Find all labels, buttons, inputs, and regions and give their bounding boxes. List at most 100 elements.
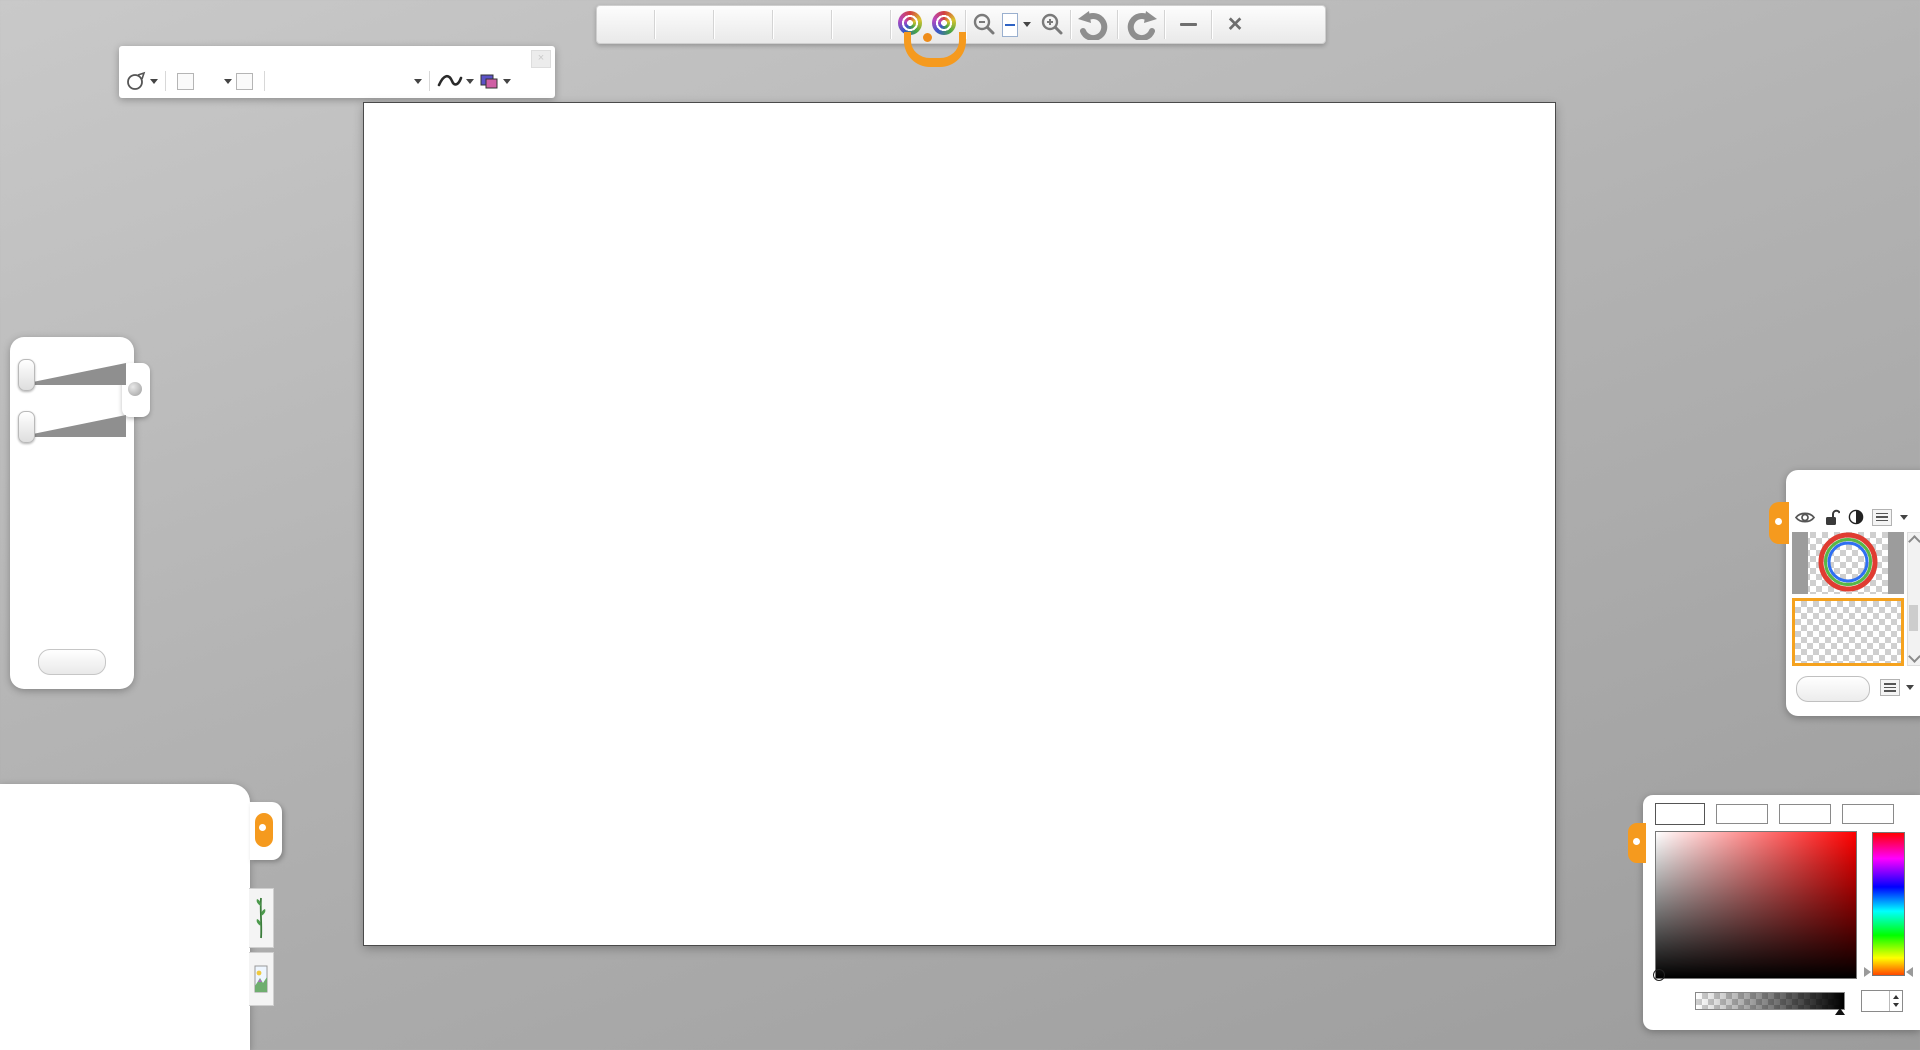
clown-smile-icon (904, 32, 966, 67)
softness-slider[interactable] (18, 411, 126, 441)
close-icon: × (1228, 12, 1243, 37)
menu-file[interactable] (597, 6, 653, 43)
color-picker-panel (1643, 795, 1920, 1030)
pencil-properties-panel (10, 337, 134, 689)
main-toolbar: × (596, 5, 1326, 44)
tool-palette (0, 784, 250, 1050)
picture-icon (254, 960, 268, 998)
spin-up-icon[interactable] (1893, 995, 1899, 999)
divider (831, 10, 832, 39)
layers-scrollbar[interactable] (1907, 532, 1920, 666)
visibility-eye-icon[interactable] (1794, 510, 1816, 525)
stroke-shape-icon[interactable] (125, 71, 147, 91)
close-button[interactable]: × (1213, 6, 1257, 43)
brush-width-decrease-button[interactable] (177, 73, 194, 90)
menu-help[interactable] (833, 6, 889, 43)
curve-style-icon[interactable] (437, 72, 463, 90)
hue-marker-left[interactable] (1864, 967, 1871, 977)
handle-dot-icon (128, 382, 142, 396)
hue-marker-right[interactable] (1906, 967, 1913, 977)
undo-button[interactable] (1072, 6, 1116, 43)
pictures-tab[interactable] (249, 952, 274, 1006)
alpha-spinner[interactable] (1861, 990, 1903, 1012)
alpha-marker[interactable] (1835, 1008, 1845, 1015)
clown-mascot-icon[interactable] (892, 6, 964, 43)
layers-drag-handle[interactable] (1769, 502, 1789, 544)
spokes-thumbnail (1795, 601, 1901, 663)
brush-options-bar: × (119, 46, 555, 98)
handle-hole-icon (1775, 518, 1782, 525)
layer-menu-button[interactable] (1872, 509, 1892, 526)
scroll-up-icon[interactable] (1908, 535, 1920, 548)
panel-drag-handle[interactable] (122, 363, 150, 417)
divider (1117, 10, 1118, 39)
divider (772, 10, 773, 39)
zoom-level-combobox[interactable] (1001, 6, 1019, 43)
minimize-icon (1180, 23, 1197, 26)
minimize-button[interactable] (1166, 6, 1210, 43)
divider (713, 10, 714, 39)
brush-width-increase-button[interactable] (236, 73, 253, 90)
redo-arrow-icon (1124, 10, 1158, 40)
layer-item-spokes-selected[interactable] (1792, 598, 1904, 666)
brush-width-dropdown[interactable] (224, 79, 232, 84)
layer-options-dropdown[interactable] (1906, 685, 1914, 690)
saturation-value-gradient[interactable] (1655, 831, 1857, 979)
hue-bar[interactable] (1872, 832, 1905, 976)
divider (165, 71, 166, 91)
divider (890, 10, 891, 39)
alpha-slider[interactable] (1695, 992, 1845, 1010)
sv-selection-marker[interactable] (1653, 969, 1665, 981)
redo-button[interactable] (1119, 6, 1163, 43)
zoom-level-dropdown[interactable] (1019, 6, 1035, 43)
blend-contrast-icon[interactable] (1848, 509, 1864, 525)
layer-options-button[interactable] (1880, 679, 1900, 696)
current-color-swatch[interactable] (1655, 803, 1705, 825)
close-options-button[interactable]: × (531, 50, 551, 68)
blue-field[interactable] (1842, 804, 1894, 824)
magnifier-minus-icon (971, 12, 997, 38)
divider (1164, 10, 1165, 39)
scrollbar-thumb[interactable] (1909, 605, 1918, 631)
menu-tools[interactable] (715, 6, 771, 43)
undo-arrow-icon (1077, 10, 1111, 40)
menu-edit[interactable] (656, 6, 712, 43)
brush-size-slider[interactable] (18, 359, 126, 389)
layer-menu-dropdown[interactable] (1900, 515, 1908, 520)
green-field[interactable] (1779, 804, 1831, 824)
palette-drag-handle[interactable] (250, 802, 282, 860)
new-layer-button[interactable] (1796, 676, 1870, 702)
divider (654, 10, 655, 39)
divider (264, 71, 265, 91)
rainbow-circle-thumbnail (1792, 532, 1904, 594)
divider (1211, 10, 1212, 39)
red-field[interactable] (1716, 804, 1768, 824)
alpha-gradient (1696, 993, 1844, 1009)
scroll-down-icon[interactable] (1908, 650, 1920, 663)
color-swatch-dropdown[interactable] (503, 79, 511, 84)
divider (1070, 10, 1071, 39)
zoom-out-button[interactable] (967, 6, 1001, 43)
handle-hole-icon (1633, 838, 1640, 845)
zoom-level-value[interactable] (1005, 24, 1015, 26)
lock-icon[interactable] (1824, 509, 1840, 526)
curve-style-dropdown[interactable] (466, 79, 474, 84)
handle-hole-icon (259, 824, 266, 831)
chevron-down-icon (1023, 22, 1031, 27)
spin-down-icon[interactable] (1893, 1003, 1899, 1007)
stroke-shape-dropdown[interactable] (150, 79, 158, 84)
menu-view[interactable] (774, 6, 830, 43)
picker-drag-handle[interactable] (1628, 823, 1646, 863)
zoom-in-button[interactable] (1035, 6, 1069, 43)
brush-size-slider-thumb[interactable] (18, 359, 35, 391)
color-swatch-icon[interactable] (479, 73, 499, 90)
plant-icon (254, 896, 268, 940)
chevron-down-icon (414, 79, 422, 84)
layer-item-circle[interactable] (1792, 532, 1904, 594)
reset-button[interactable] (38, 649, 106, 675)
stamps-tab[interactable] (249, 888, 274, 948)
divider (429, 71, 430, 91)
drawing-canvas[interactable] (364, 103, 1555, 945)
fill-mode-combobox[interactable] (272, 79, 422, 84)
softness-slider-thumb[interactable] (18, 411, 35, 443)
